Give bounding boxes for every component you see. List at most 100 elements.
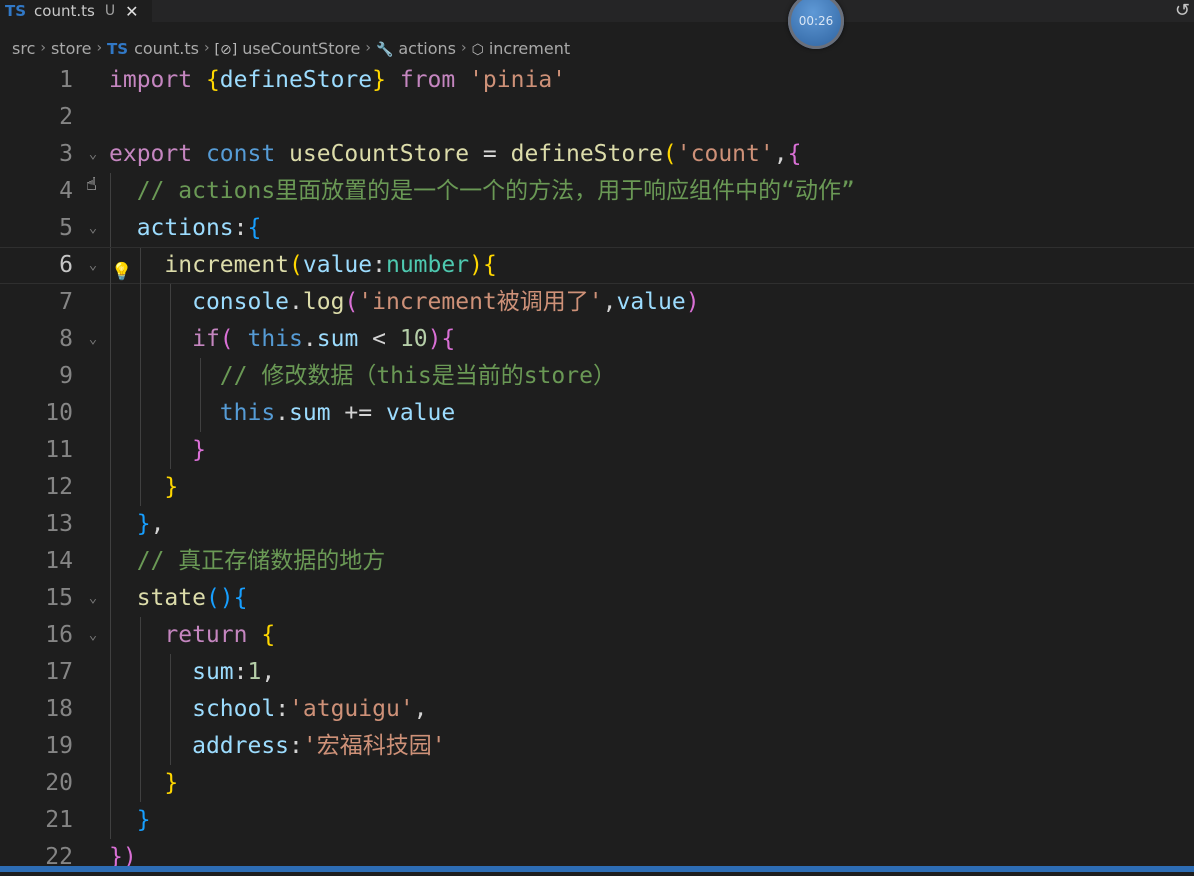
code-token: . (302, 326, 317, 352)
code-token: if (192, 326, 220, 352)
code-text: return { (109, 617, 275, 654)
code-token: defineStore (219, 67, 373, 93)
line-number: 10 (45, 400, 73, 426)
fold-chevron-icon[interactable]: ⌄ (84, 210, 102, 247)
code-line[interactable]: 3 ⌄ export const useCountStore = defineSto… (0, 136, 1194, 173)
code-token: } (192, 437, 206, 463)
line-number: 20 (45, 770, 73, 796)
code-token: this (247, 326, 303, 352)
code-token: sum (192, 659, 234, 685)
code-text: } (109, 802, 151, 839)
code-token: value (616, 289, 686, 315)
breadcrumb-item-src[interactable]: src (12, 39, 35, 58)
line-number: 12 (45, 474, 73, 500)
code-token: = (469, 141, 511, 167)
code-token: // 修改数据（this是当前的store） (219, 363, 616, 389)
breadcrumb-label: src (12, 38, 36, 58)
code-token: defineStore (510, 141, 663, 167)
code-token: { (233, 585, 248, 611)
line-number: 3 (59, 141, 73, 167)
breadcrumb-item-count-ts[interactable]: TS count.ts (107, 39, 199, 58)
code-token: console (192, 289, 290, 315)
code-line[interactable]: 1 import {defineStore} from 'pinia' (0, 62, 1194, 99)
code-line[interactable]: 9 // 修改数据（this是当前的store） (0, 358, 1194, 395)
breadcrumb-label: actions (398, 38, 456, 58)
code-line[interactable]: 10 this.sum += value (0, 395, 1194, 432)
code-token: : (289, 733, 303, 759)
code-line[interactable]: 13 }, (0, 506, 1194, 543)
code-token: ( (662, 141, 677, 167)
code-line[interactable]: 6 ⌄ 💡 increment(value:number){ (0, 247, 1194, 285)
fold-chevron-icon[interactable]: ⌄ (84, 248, 102, 283)
code-token: } (164, 770, 179, 796)
code-line[interactable]: 4 // actions里面放置的是一个一个的方法，用于响应组件中的“动作” (0, 173, 1194, 210)
code-token: 'pinia' (469, 67, 567, 93)
breadcrumb-item-store[interactable]: store (51, 39, 91, 58)
code-token: state (136, 585, 206, 611)
breadcrumb-item-usecountstore[interactable]: [⊘] useCountStore (215, 39, 361, 58)
fold-chevron-icon[interactable]: ⌄ (84, 580, 102, 617)
code-line[interactable]: 12 } (0, 469, 1194, 506)
code-token: '宏福科技园' (302, 733, 446, 759)
code-token: : (372, 252, 386, 278)
code-token: 'increment被调用了' (358, 289, 603, 315)
code-line[interactable]: 15 ⌄ state(){ (0, 580, 1194, 617)
code-token: sum (316, 326, 359, 352)
fold-chevron-icon[interactable]: ⌄ (84, 136, 102, 173)
line-number: 21 (45, 807, 73, 833)
code-line[interactable]: 16 ⌄ return { (0, 617, 1194, 654)
close-icon[interactable]: ✕ (125, 2, 138, 21)
code-token: return (164, 622, 262, 648)
code-line[interactable]: 8 ⌄ if( this.sum < 10){ (0, 321, 1194, 358)
code-token: { (205, 67, 220, 93)
code-token: 'atguigu' (289, 696, 414, 722)
code-line[interactable]: 21 } (0, 802, 1194, 839)
code-token: : (233, 659, 248, 685)
code-line[interactable]: 18 school:'atguigu', (0, 691, 1194, 728)
wrench-icon: 🔧 (375, 41, 394, 58)
code-token: , (261, 659, 276, 685)
code-editor[interactable]: 1 import {defineStore} from 'pinia' 2 3 ⌄ exp… (0, 62, 1194, 870)
line-number: 19 (45, 733, 73, 759)
code-line[interactable]: 14 // 真正存储数据的地方 (0, 543, 1194, 580)
code-token: ( (289, 252, 303, 278)
chevron-right-icon: › (460, 40, 467, 56)
code-text: }, (109, 506, 165, 543)
editor-tab-count-ts[interactable]: TS count.ts U ✕ (0, 0, 152, 22)
code-token: () (205, 585, 234, 611)
code-line[interactable]: 2 (0, 99, 1194, 136)
code-text: import {defineStore} from 'pinia' (109, 62, 566, 99)
code-text: // 真正存储数据的地方 (109, 543, 386, 580)
tab-bar: TS count.ts U ✕ 00:26 ↺ (0, 0, 1194, 49)
breadcrumb-item-actions[interactable]: 🔧 actions (376, 39, 456, 58)
history-icon[interactable]: ↺ (1175, 0, 1190, 21)
breadcrumb-label: count.ts (134, 38, 199, 58)
code-line[interactable]: 17 sum:1, (0, 654, 1194, 691)
line-number: 6 (59, 252, 73, 278)
breadcrumb-label: store (50, 38, 92, 58)
breadcrumb-item-increment[interactable]: ⬡ increment (472, 39, 571, 58)
code-line[interactable]: 11 } (0, 432, 1194, 469)
code-token: ) (685, 289, 700, 315)
fold-chevron-icon[interactable]: ⌄ (84, 617, 102, 654)
code-token: } (372, 67, 386, 93)
code-line[interactable]: 20 } (0, 765, 1194, 802)
code-token: ) (469, 252, 483, 278)
code-line[interactable]: 7 console.log('increment被调用了',value) (0, 284, 1194, 321)
line-number: 14 (45, 548, 73, 574)
fold-chevron-icon[interactable]: ⌄ (84, 321, 102, 358)
line-number: 1 (59, 67, 73, 93)
code-text: increment(value:number){ (109, 248, 496, 283)
code-line[interactable]: 19 address:'宏福科技园' (0, 728, 1194, 765)
code-line[interactable]: 5 ⌄ actions:{ (0, 210, 1194, 247)
